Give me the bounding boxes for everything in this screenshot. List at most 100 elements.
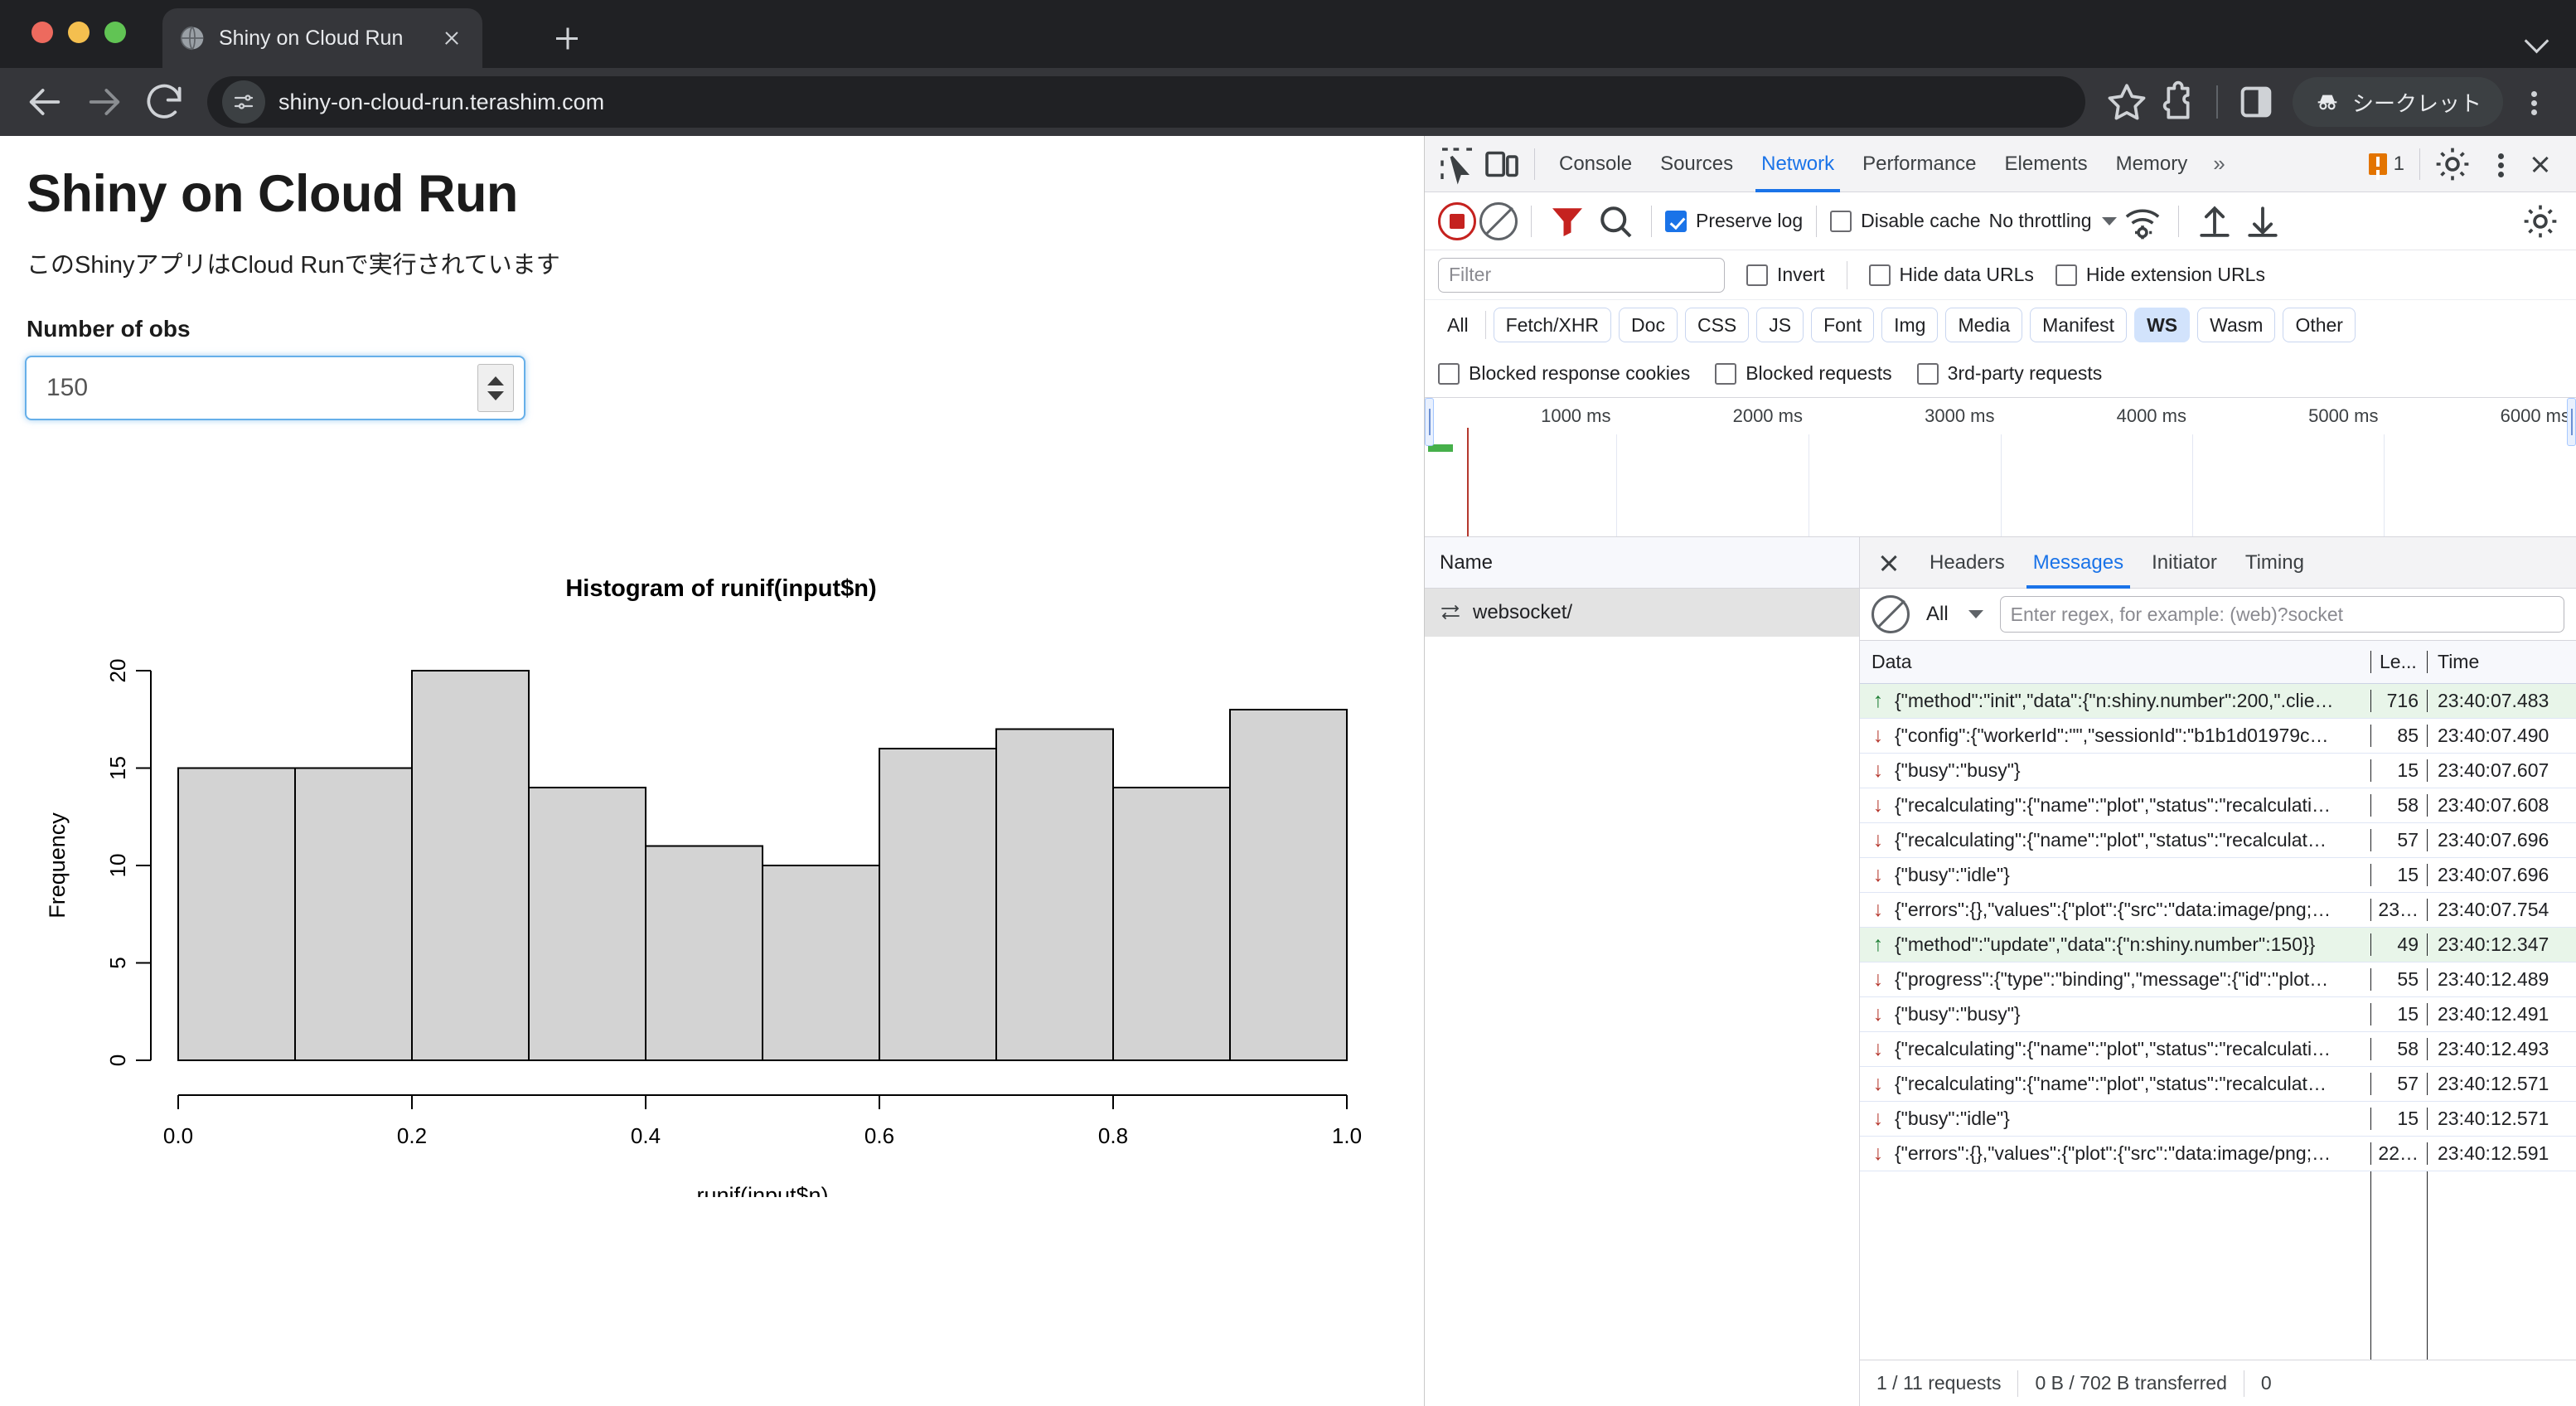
message-time-cell: 23:40:07.483 bbox=[2427, 690, 2576, 712]
hide-data-urls-checkbox[interactable]: Hide data URLs bbox=[1868, 264, 2034, 286]
tab-console[interactable]: Console bbox=[1545, 136, 1646, 192]
preserve-log-checkbox[interactable]: Preserve log bbox=[1665, 210, 1803, 232]
invert-checkbox[interactable]: Invert bbox=[1746, 264, 1825, 286]
tab-elements[interactable]: Elements bbox=[1991, 136, 2102, 192]
error-badge[interactable]: 1 bbox=[2368, 153, 2404, 176]
blocked-requests-checkbox[interactable]: Blocked requests bbox=[1715, 362, 1892, 385]
search-icon[interactable] bbox=[1593, 199, 1638, 244]
type-filter-js[interactable]: JS bbox=[1756, 308, 1804, 342]
record-stop-icon[interactable] bbox=[1438, 201, 1476, 240]
table-row[interactable]: ↑ {"method":"update","data":{"n:shiny.num… bbox=[1860, 928, 2576, 962]
column-header-time[interactable]: Time bbox=[2427, 651, 2576, 673]
plus-icon[interactable] bbox=[547, 18, 587, 58]
type-filter-all[interactable]: All bbox=[1438, 308, 1478, 342]
network-conditions-icon[interactable] bbox=[2120, 199, 2165, 244]
messages-rows[interactable]: ↑ {"method":"init","data":{"n:shiny.numbe… bbox=[1860, 684, 2576, 1360]
tab-headers[interactable]: Headers bbox=[1916, 537, 2018, 589]
number-of-obs-input[interactable]: 150 bbox=[25, 356, 525, 420]
table-row[interactable]: ↓ {"recalculating":{"name":"plot","status… bbox=[1860, 1067, 2576, 1102]
device-toolbar-icon[interactable] bbox=[1479, 142, 1524, 187]
type-filter-css[interactable]: CSS bbox=[1684, 308, 1750, 342]
puzzle-icon[interactable] bbox=[2155, 79, 2201, 125]
table-row[interactable]: ↓ {"busy":"idle"} 15 23:40:12.571 bbox=[1860, 1102, 2576, 1137]
type-filter-other[interactable]: Other bbox=[2283, 308, 2356, 342]
table-row[interactable]: ↓ {"errors":{},"values":{"plot":{"src":"d… bbox=[1860, 893, 2576, 928]
address-bar[interactable]: shiny-on-cloud-run.terashim.com bbox=[207, 76, 2085, 128]
gear-icon[interactable] bbox=[2430, 142, 2475, 187]
requests-column-header[interactable]: Name bbox=[1425, 537, 1859, 589]
tab-initiator[interactable]: Initiator bbox=[2138, 537, 2230, 589]
number-stepper[interactable] bbox=[477, 364, 514, 412]
kebab-menu-icon[interactable] bbox=[2513, 79, 2554, 125]
column-header-data[interactable]: Data bbox=[1860, 651, 2370, 673]
gear-icon[interactable] bbox=[2518, 199, 2563, 244]
hide-extension-urls-checkbox[interactable]: Hide extension URLs bbox=[2055, 264, 2265, 286]
star-icon[interactable] bbox=[2104, 79, 2150, 125]
maximize-window-button[interactable] bbox=[104, 22, 126, 43]
timeline-selection-handle-left[interactable] bbox=[1425, 398, 1434, 446]
tab-performance[interactable]: Performance bbox=[1848, 136, 1990, 192]
third-party-requests-label: 3rd-party requests bbox=[1947, 362, 2103, 384]
tune-icon[interactable] bbox=[222, 80, 265, 124]
browser-tab[interactable]: Shiny on Cloud Run bbox=[162, 8, 482, 68]
side-panel-icon[interactable] bbox=[2233, 79, 2279, 125]
tab-timing[interactable]: Timing bbox=[2232, 537, 2317, 589]
message-length-cell: 55 bbox=[2370, 968, 2427, 991]
type-filter-ws[interactable]: WS bbox=[2134, 308, 2191, 342]
clear-icon[interactable] bbox=[1871, 595, 1910, 633]
kebab-menu-icon[interactable] bbox=[2480, 141, 2521, 187]
type-filter-doc[interactable]: Doc bbox=[1619, 308, 1678, 342]
clear-icon[interactable] bbox=[1479, 201, 1518, 240]
blocked-response-cookies-checkbox[interactable]: Blocked response cookies bbox=[1438, 362, 1690, 385]
export-har-icon[interactable] bbox=[2240, 199, 2285, 244]
filter-input[interactable]: Filter bbox=[1438, 257, 1725, 293]
column-header-length[interactable]: Le... bbox=[2370, 651, 2427, 673]
import-har-icon[interactable] bbox=[2192, 199, 2237, 244]
tab-memory[interactable]: Memory bbox=[2102, 136, 2202, 192]
spinner-up-icon[interactable] bbox=[487, 376, 504, 385]
tab-sources[interactable]: Sources bbox=[1646, 136, 1747, 192]
funnel-icon[interactable] bbox=[1545, 199, 1590, 244]
close-icon[interactable] bbox=[2521, 145, 2559, 183]
disable-cache-checkbox[interactable]: Disable cache bbox=[1830, 210, 1981, 232]
table-row[interactable]: websocket/ bbox=[1425, 589, 1859, 637]
forward-arrow-icon[interactable] bbox=[81, 79, 128, 125]
type-filter-fetch-xhr[interactable]: Fetch/XHR bbox=[1493, 308, 1612, 342]
table-row[interactable]: ↓ {"config":{"workerId":"","sessionId":"b… bbox=[1860, 719, 2576, 754]
back-arrow-icon[interactable] bbox=[22, 79, 68, 125]
close-icon[interactable] bbox=[1870, 544, 1908, 582]
reload-icon[interactable] bbox=[141, 79, 187, 125]
table-row[interactable]: ↓ {"busy":"idle"} 15 23:40:07.696 bbox=[1860, 858, 2576, 893]
type-filter-media[interactable]: Media bbox=[1945, 308, 2023, 342]
table-row[interactable]: ↓ {"errors":{},"values":{"plot":{"src":"d… bbox=[1860, 1137, 2576, 1171]
close-window-button[interactable] bbox=[31, 22, 53, 43]
type-filter-manifest[interactable]: Manifest bbox=[2030, 308, 2128, 342]
tab-network[interactable]: Network bbox=[1747, 136, 1848, 192]
table-row[interactable]: ↓ {"recalculating":{"name":"plot","status… bbox=[1860, 1032, 2576, 1067]
table-row[interactable]: ↓ {"recalculating":{"name":"plot","status… bbox=[1860, 788, 2576, 823]
close-icon[interactable] bbox=[438, 24, 466, 52]
table-row[interactable]: ↓ {"progress":{"type":"binding","message"… bbox=[1860, 962, 2576, 997]
network-overview-timeline[interactable]: 1000 ms 2000 ms 3000 ms 4000 ms 5000 ms … bbox=[1425, 398, 2576, 537]
table-row[interactable]: ↓ {"recalculating":{"name":"plot","status… bbox=[1860, 823, 2576, 858]
third-party-requests-checkbox[interactable]: 3rd-party requests bbox=[1916, 362, 2103, 385]
chevrons-right-icon[interactable]: » bbox=[2201, 151, 2236, 177]
table-row[interactable]: ↑ {"method":"init","data":{"n:shiny.numbe… bbox=[1860, 684, 2576, 719]
chevron-down-icon[interactable] bbox=[2516, 18, 2556, 58]
spinner-down-icon[interactable] bbox=[487, 390, 504, 400]
throttling-dropdown[interactable]: No throttling bbox=[1989, 210, 2117, 232]
messages-type-dropdown[interactable]: All bbox=[1921, 603, 1988, 626]
timeline-selection-handle-right[interactable] bbox=[2567, 398, 2576, 446]
type-filter-wasm[interactable]: Wasm bbox=[2197, 308, 2276, 342]
type-filter-img[interactable]: Img bbox=[1881, 308, 1939, 342]
page-subtitle: このShinyアプリはCloud Runで実行されています bbox=[27, 252, 560, 279]
inspect-element-icon[interactable] bbox=[1435, 142, 1479, 187]
type-filter-font[interactable]: Font bbox=[1811, 308, 1875, 342]
minimize-window-button[interactable] bbox=[68, 22, 90, 43]
table-row[interactable]: ↓ {"busy":"busy"} 15 23:40:12.491 bbox=[1860, 997, 2576, 1032]
messages-regex-input[interactable]: Enter regex, for example: (web)?socket bbox=[1999, 596, 2564, 633]
incognito-indicator[interactable]: シークレット bbox=[2292, 77, 2503, 127]
tab-messages[interactable]: Messages bbox=[2020, 537, 2137, 589]
table-row[interactable]: ↓ {"busy":"busy"} 15 23:40:07.607 bbox=[1860, 754, 2576, 788]
network-toolbar: Preserve log Disable cache No throttling bbox=[1425, 192, 2576, 250]
